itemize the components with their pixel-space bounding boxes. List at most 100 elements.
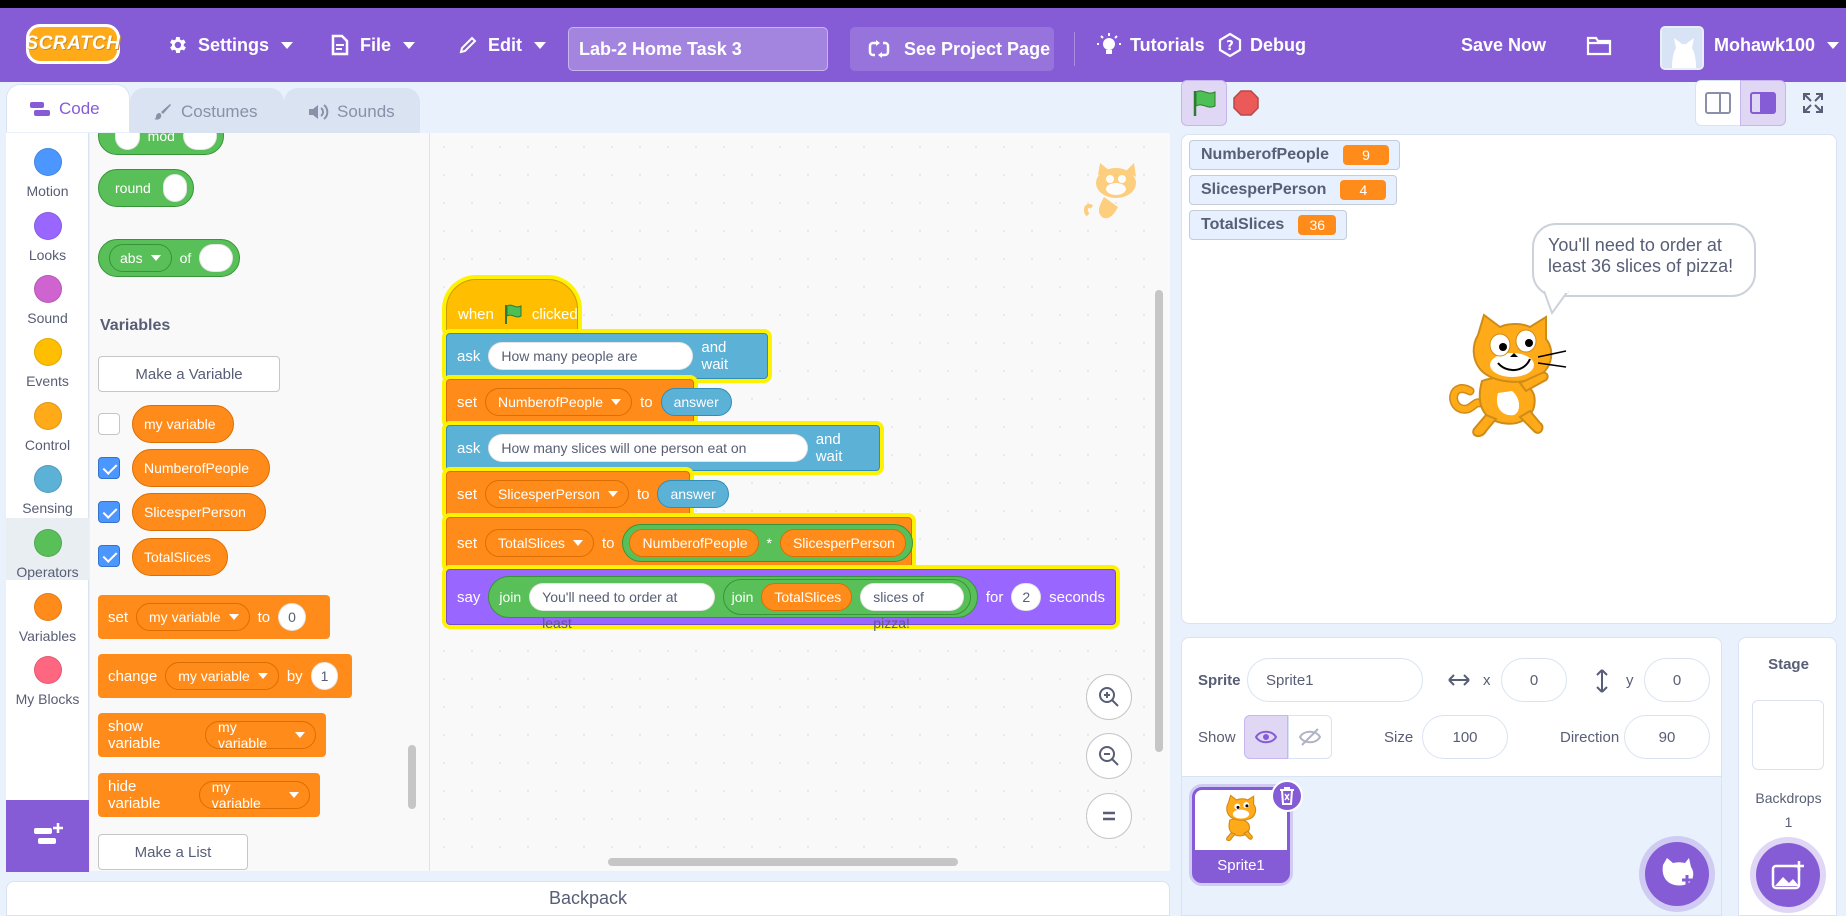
category-operators[interactable]: Operators	[6, 518, 89, 580]
set-var-dropdown[interactable]: NumberofPeople	[485, 388, 633, 416]
stage-thumbnail[interactable]	[1752, 700, 1824, 770]
scratch-logo[interactable]: SCRATCH	[26, 24, 120, 64]
join-operator-inner[interactable]: join TotalSlices slices of pizza!	[722, 579, 971, 631]
monitor-totalslices[interactable]: TotalSlices 36	[1189, 210, 1348, 240]
tab-code[interactable]: Code	[6, 84, 130, 132]
hide-var-dropdown[interactable]: my variable	[198, 779, 310, 811]
show-var-dropdown[interactable]: my variable	[205, 719, 316, 751]
totalslices-reporter[interactable]: TotalSlices	[761, 583, 853, 611]
zoom-reset-button[interactable]	[1086, 793, 1132, 839]
seconds-input[interactable]: 2	[1011, 583, 1042, 611]
var-checkbox-totalslices[interactable]	[98, 545, 120, 567]
palette-set-variable-block[interactable]: set my variable to 0	[98, 595, 330, 639]
project-title-input[interactable]: Lab-2 Home Task 3	[568, 27, 828, 71]
set-value-input[interactable]: 0	[278, 603, 306, 631]
reporter-my-variable[interactable]: my variable	[132, 405, 234, 443]
account-menu[interactable]: Mohawk100	[1714, 8, 1840, 82]
set-var-dropdown[interactable]: TotalSlices	[485, 529, 594, 557]
zoom-in-button[interactable]	[1086, 674, 1132, 720]
small-stage-button[interactable]	[1695, 80, 1741, 126]
var-checkbox-my-variable[interactable]	[98, 413, 120, 435]
direction-input[interactable]: 90	[1624, 715, 1710, 759]
set-var-dropdown[interactable]: SlicesperPerson	[485, 480, 629, 508]
mod-right-slot[interactable]	[182, 133, 217, 150]
answer-reporter[interactable]: answer	[660, 388, 732, 416]
y-input[interactable]: 0	[1644, 658, 1710, 702]
numberofpeople-reporter[interactable]: NumberofPeople	[629, 529, 759, 557]
choose-backdrop-button[interactable]	[1756, 843, 1820, 907]
abs-dropdown[interactable]: abs	[109, 244, 172, 272]
sprite-name-input[interactable]: Sprite1	[1247, 658, 1423, 702]
change-value-input[interactable]: 1	[310, 662, 339, 690]
zoom-out-button[interactable]	[1086, 733, 1132, 779]
var-checkbox-numberofpeople[interactable]	[98, 457, 120, 479]
backpack[interactable]: Backpack	[6, 881, 1170, 916]
block-set-totalslices[interactable]: set TotalSlices to NumberofPeople * Slic…	[446, 517, 913, 569]
category-motion[interactable]: Motion	[6, 137, 89, 199]
stage-canvas[interactable]: NumberofPeople 9 SlicesperPerson 4 Total…	[1181, 134, 1837, 624]
join-text-input[interactable]: You'll need to order at least	[529, 583, 715, 631]
normal-stage-button[interactable]	[1740, 80, 1786, 126]
stage-selector-panel[interactable]: Stage Backdrops 1	[1738, 637, 1837, 916]
settings-menu[interactable]: Settings	[166, 8, 294, 82]
hide-sprite-button[interactable]	[1288, 715, 1332, 759]
edit-menu[interactable]: Edit	[458, 8, 546, 82]
category-events[interactable]: Events	[6, 327, 89, 389]
category-variables[interactable]: Variables	[6, 582, 89, 644]
green-flag-button[interactable]	[1181, 80, 1227, 126]
my-stuff-button[interactable]	[1586, 8, 1612, 82]
tutorials-button[interactable]: Tutorials	[1096, 8, 1205, 82]
make-list-button[interactable]: Make a List	[98, 834, 248, 870]
category-looks[interactable]: Looks	[6, 201, 89, 263]
avatar[interactable]	[1660, 26, 1704, 70]
block-set-slicesperperson[interactable]: set SlicesperPerson to answer	[446, 471, 729, 517]
category-control[interactable]: Control	[6, 391, 89, 453]
add-extension-button[interactable]	[6, 800, 89, 872]
block-ask-slices[interactable]: ask How many slices will one person eat …	[446, 425, 880, 482]
file-menu[interactable]: File	[330, 8, 416, 82]
palette-round-block[interactable]: round	[98, 169, 194, 207]
x-input[interactable]: 0	[1501, 658, 1567, 702]
slicesperperson-reporter[interactable]: SlicesperPerson	[779, 529, 906, 557]
make-variable-button[interactable]: Make a Variable	[98, 356, 280, 392]
palette-hide-variable-block[interactable]: hide variable my variable	[98, 773, 320, 817]
round-slot[interactable]	[162, 174, 187, 202]
ask-question-input[interactable]: How many slices will one person eat on a…	[488, 434, 808, 482]
multiply-operator[interactable]: NumberofPeople * SlicesperPerson	[622, 524, 913, 562]
answer-reporter[interactable]: answer	[657, 480, 729, 508]
palette-show-variable-block[interactable]: show variable my variable	[98, 713, 326, 757]
category-sound[interactable]: Sound	[6, 264, 89, 326]
set-var-dropdown[interactable]: my variable	[136, 603, 250, 631]
category-my-blocks[interactable]: My Blocks	[6, 645, 89, 707]
delete-sprite-button[interactable]	[1271, 780, 1303, 812]
join-text-input[interactable]: slices of pizza!	[860, 583, 964, 631]
var-checkbox-slicesperperson[interactable]	[98, 501, 120, 523]
change-var-dropdown[interactable]: my variable	[165, 662, 279, 690]
scratch-cat-sprite[interactable]	[1442, 311, 1582, 451]
reporter-totalslices[interactable]: TotalSlices	[132, 538, 228, 576]
show-sprite-button[interactable]	[1244, 715, 1288, 759]
monitor-numberofpeople[interactable]: NumberofPeople 9	[1189, 140, 1401, 170]
fullscreen-button[interactable]	[1790, 80, 1836, 126]
stop-button[interactable]	[1223, 80, 1269, 126]
palette-mod-block[interactable]: mod	[98, 133, 224, 155]
workspace-horizontal-scrollbar[interactable]	[608, 858, 958, 866]
size-input[interactable]: 100	[1422, 715, 1508, 759]
save-now-button[interactable]: Save Now	[1461, 8, 1546, 82]
tab-costumes[interactable]: Costumes	[130, 88, 284, 134]
reporter-slicesperperson[interactable]: SlicesperPerson	[132, 493, 266, 531]
palette-scrollbar[interactable]	[408, 745, 416, 809]
block-set-numberofpeople[interactable]: set NumberofPeople to answer	[446, 379, 732, 425]
reporter-numberofpeople[interactable]: NumberofPeople	[132, 449, 270, 487]
debug-button[interactable]: ? Debug	[1216, 8, 1306, 82]
block-say-for-seconds[interactable]: say join You'll need to order at least j…	[446, 569, 1116, 631]
see-project-page-button[interactable]: See Project Page	[850, 27, 1054, 71]
category-sensing[interactable]: Sensing	[6, 454, 89, 516]
ask-question-input[interactable]: How many people are there?	[488, 342, 694, 390]
workspace-vertical-scrollbar[interactable]	[1155, 290, 1163, 752]
sprite-tile-sprite1[interactable]: Sprite1	[1192, 780, 1303, 883]
palette-change-variable-block[interactable]: change my variable by 1	[98, 654, 352, 698]
script-workspace[interactable]: when clicked ask How many people are the…	[430, 133, 1170, 871]
mod-left-slot[interactable]	[115, 133, 140, 150]
abs-slot[interactable]	[199, 244, 233, 272]
